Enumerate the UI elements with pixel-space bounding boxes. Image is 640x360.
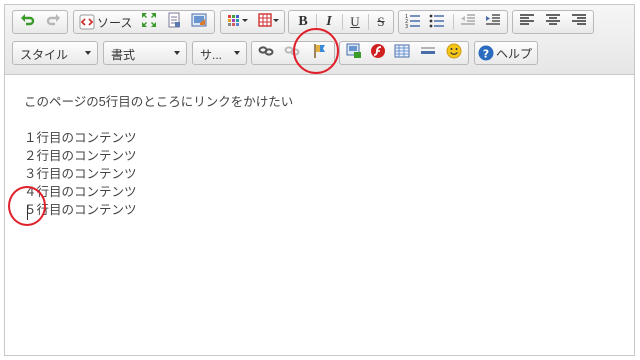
align-group — [512, 10, 594, 34]
list-group: 123 — [398, 10, 508, 34]
insert-group — [339, 41, 469, 65]
flash-icon — [370, 43, 386, 63]
bold-label: B — [298, 14, 308, 29]
link-button[interactable] — [255, 43, 277, 63]
content-line-1: １行目のコンテンツ — [24, 131, 137, 145]
chevron-down-icon — [234, 51, 240, 55]
italic-label: I — [326, 14, 332, 29]
svg-text:?: ? — [483, 48, 489, 61]
divider — [342, 14, 343, 30]
divider — [368, 14, 369, 30]
table-insert-icon — [394, 43, 410, 63]
document-icon — [166, 12, 182, 32]
maximize-button[interactable] — [138, 12, 160, 32]
insert-image-button[interactable] — [343, 43, 365, 63]
color-grid-icon — [227, 12, 249, 32]
align-left-icon — [519, 12, 535, 32]
outdent-button[interactable] — [457, 12, 479, 32]
flash-button[interactable] — [367, 43, 389, 63]
preview-button[interactable] — [163, 12, 185, 32]
annotation-circle-caret — [8, 186, 46, 226]
redo-button[interactable] — [42, 12, 64, 32]
underline-button[interactable]: U — [344, 12, 366, 32]
help-button[interactable]: ? ヘルプ — [478, 43, 536, 63]
undo-icon — [20, 12, 36, 32]
content-line-4: ４行目のコンテンツ — [24, 185, 137, 199]
insert-image-icon — [346, 43, 362, 63]
size-combo[interactable]: サ... — [192, 41, 247, 65]
annotation-circle-anchor — [293, 28, 339, 74]
align-center-icon — [545, 12, 561, 32]
redo-icon — [45, 12, 61, 32]
svg-text:3: 3 — [405, 24, 408, 28]
smiley-button[interactable] — [443, 43, 465, 63]
smiley-icon — [446, 43, 462, 63]
outdent-icon — [460, 12, 476, 32]
table-insert-button[interactable] — [391, 43, 413, 63]
content-line-3: ３行目のコンテンツ — [24, 167, 137, 181]
source-button[interactable]: ソース — [77, 12, 135, 32]
image-icon — [191, 12, 207, 32]
link-icon — [258, 43, 274, 63]
align-right-icon — [571, 12, 587, 32]
format-combo[interactable]: 書式 — [103, 41, 187, 65]
align-left-button[interactable] — [516, 12, 538, 32]
intro-text: このページの5行目のところにリンクをかけたい — [24, 95, 294, 109]
table-menu-button[interactable] — [255, 12, 283, 32]
underline-label: U — [350, 14, 360, 29]
source-icon — [79, 14, 95, 30]
table-icon — [258, 12, 280, 32]
undo-redo-group — [12, 10, 68, 34]
style-combo-label: スタイル — [20, 48, 69, 62]
style-combo[interactable]: スタイル — [12, 41, 98, 65]
size-combo-label: サ... — [200, 48, 223, 62]
template-button[interactable] — [188, 12, 210, 32]
color-table-group — [220, 10, 285, 34]
chevron-down-icon — [174, 51, 180, 55]
numbered-list-button[interactable]: 123 — [402, 12, 424, 32]
editor-content[interactable]: このページの5行目のところにリンクをかけたい １行目のコンテンツ ２行目のコンテ… — [24, 93, 293, 219]
bulleted-list-button[interactable] — [426, 12, 448, 32]
help-group: ? ヘルプ — [474, 41, 538, 65]
content-line-2: ２行目のコンテンツ — [24, 149, 137, 163]
maximize-icon — [141, 12, 157, 32]
divider — [453, 14, 454, 30]
content-line-5: ５行目のコンテンツ — [24, 203, 137, 217]
chevron-down-icon — [85, 51, 91, 55]
indent-button[interactable] — [482, 12, 504, 32]
help-label: ヘルプ — [496, 46, 533, 61]
horizontal-rule-button[interactable] — [417, 43, 439, 63]
horizontal-rule-icon — [420, 43, 436, 63]
bulleted-list-icon — [429, 12, 445, 32]
numbered-list-icon: 123 — [405, 12, 421, 32]
undo-button[interactable] — [17, 12, 39, 32]
strikethrough-button[interactable]: S — [370, 12, 392, 32]
document-group: ソース — [73, 10, 215, 34]
indent-icon — [485, 12, 501, 32]
align-right-button[interactable] — [568, 12, 590, 32]
help-icon: ? — [478, 45, 494, 61]
align-center-button[interactable] — [542, 12, 564, 32]
strikethrough-label: S — [377, 14, 385, 29]
color-menu-button[interactable] — [224, 12, 252, 32]
source-label: ソース — [97, 15, 133, 30]
format-combo-label: 書式 — [111, 48, 136, 62]
